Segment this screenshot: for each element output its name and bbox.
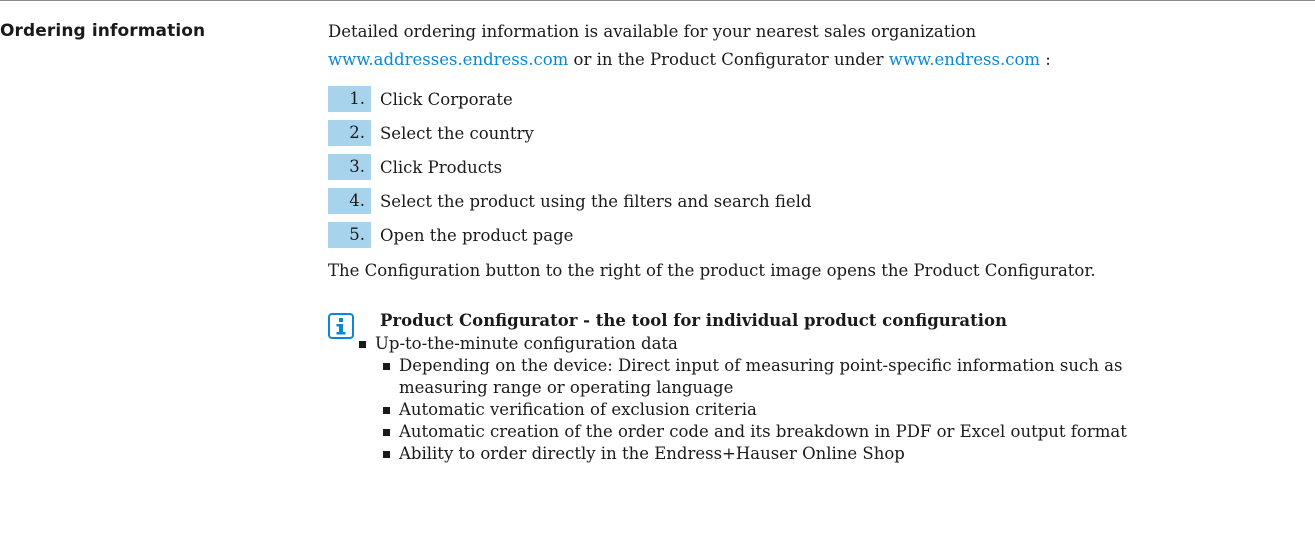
step-3: 3. Click Products bbox=[328, 150, 1313, 184]
top-divider bbox=[0, 0, 1315, 1]
intro-middle: or in the Product Configurator under bbox=[568, 50, 889, 69]
intro-paragraph: Detailed ordering information is availab… bbox=[328, 18, 1313, 74]
steps-list: 1. Click Corporate 2. Select the country… bbox=[328, 82, 1313, 252]
step-5: 5. Open the product page bbox=[328, 218, 1313, 252]
step-number: 2. bbox=[328, 120, 371, 146]
step-text: Select the country bbox=[380, 123, 534, 143]
step-text: Select the product using the filters and… bbox=[380, 191, 812, 211]
step-text: Open the product page bbox=[380, 225, 574, 245]
list-item: Automatic verification of exclusion crit… bbox=[380, 399, 1313, 421]
info-bullet-list: Up-to-the-minute configuration data Depe… bbox=[328, 333, 1313, 465]
info-title: Product Configurator - the tool for indi… bbox=[380, 311, 1007, 330]
endress-link[interactable]: www.endress.com bbox=[889, 50, 1040, 69]
step-1: 1. Click Corporate bbox=[328, 82, 1313, 116]
list-item: Up-to-the-minute configuration data bbox=[356, 333, 1313, 355]
step-text: Click Corporate bbox=[380, 89, 513, 109]
info-icon bbox=[328, 313, 354, 339]
step-number: 1. bbox=[328, 86, 371, 112]
step-number: 4. bbox=[328, 188, 371, 214]
intro-line: Detailed ordering information is availab… bbox=[328, 22, 977, 41]
list-item: Automatic creation of the order code and… bbox=[380, 421, 1313, 443]
content-column: Detailed ordering information is availab… bbox=[328, 18, 1313, 465]
closing-paragraph: The Configuration button to the right of… bbox=[328, 261, 1096, 280]
bullet-text: Depending on the device: Direct input of… bbox=[399, 356, 1123, 375]
step-text: Click Products bbox=[380, 157, 503, 177]
list-item: Ability to order directly in the Endress… bbox=[380, 443, 1313, 465]
step-number: 3. bbox=[328, 154, 371, 180]
bullet-text-continued: measuring range or operating language bbox=[399, 378, 734, 397]
list-item: Depending on the device: Direct input of… bbox=[380, 355, 1313, 399]
step-number: 5. bbox=[328, 222, 371, 248]
step-4: 4. Select the product using the filters … bbox=[328, 184, 1313, 218]
info-note: Product Configurator - the tool for indi… bbox=[328, 309, 1313, 465]
addresses-link[interactable]: www.addresses.endress.com bbox=[328, 50, 568, 69]
intro-tail: : bbox=[1040, 50, 1051, 69]
step-2: 2. Select the country bbox=[328, 116, 1313, 150]
section-heading: Ordering information bbox=[0, 21, 206, 41]
